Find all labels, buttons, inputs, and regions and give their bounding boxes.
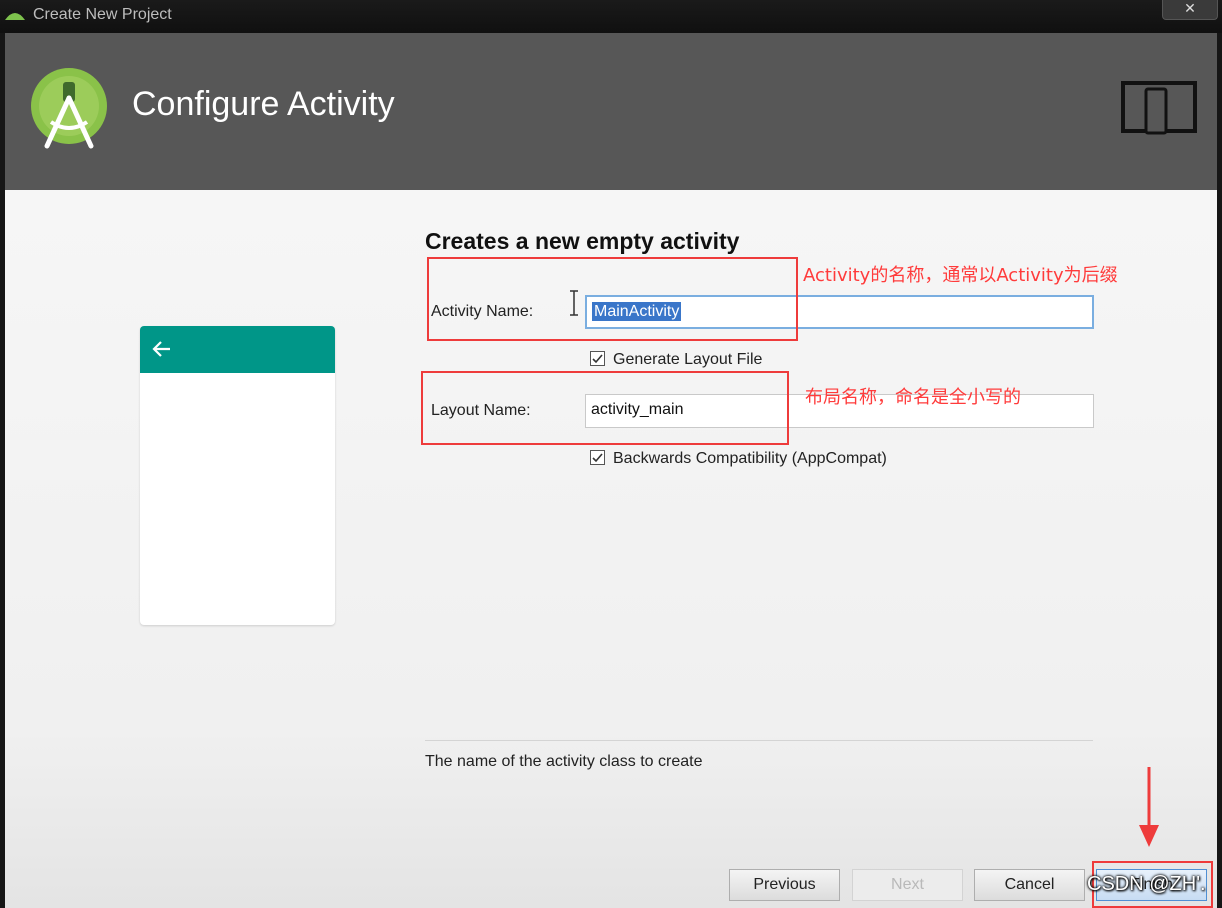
window-titlebar: Create New Project ✕ xyxy=(0,0,1222,33)
backwards-compat-label: Backwards Compatibility (AppCompat) xyxy=(613,450,887,467)
arrow-down-annotation-icon xyxy=(1139,767,1159,847)
page-title: Configure Activity xyxy=(132,85,395,123)
generate-layout-checkbox[interactable] xyxy=(590,351,605,366)
activity-name-annotation: Activity的名称，通常以Activity为后缀 xyxy=(803,265,1118,286)
form-heading: Creates a new empty activity xyxy=(425,228,740,254)
activity-name-highlight xyxy=(427,257,798,341)
checkmark-icon xyxy=(592,354,603,364)
window-frame-right xyxy=(1217,33,1222,908)
generate-layout-label: Generate Layout File xyxy=(613,351,763,368)
layout-name-highlight xyxy=(421,371,789,445)
hint-divider xyxy=(425,740,1093,741)
backwards-compat-checkbox[interactable] xyxy=(590,450,605,465)
generate-layout-checkbox-row[interactable]: Generate Layout File xyxy=(590,351,762,369)
arrow-left-icon xyxy=(152,341,170,357)
previous-button[interactable]: Previous xyxy=(729,869,840,901)
field-hint: The name of the activity class to create xyxy=(425,753,703,770)
android-studio-small-icon xyxy=(5,13,25,20)
close-icon: ✕ xyxy=(1184,1,1196,17)
phone-tablet-icon[interactable] xyxy=(1121,81,1197,135)
layout-name-annotation: 布局名称，命名是全小写的 xyxy=(805,387,1021,408)
preview-toolbar xyxy=(140,326,335,373)
checkmark-icon xyxy=(592,453,603,463)
window-title: Create New Project xyxy=(33,6,172,23)
android-studio-icon xyxy=(31,68,107,149)
close-window-button[interactable]: ✕ xyxy=(1162,0,1218,20)
activity-preview xyxy=(140,326,335,625)
cancel-button[interactable]: Cancel xyxy=(974,869,1085,901)
backwards-compat-checkbox-row[interactable]: Backwards Compatibility (AppCompat) xyxy=(590,450,887,468)
watermark: CSDN @ZH'. xyxy=(1087,873,1206,895)
wizard-header: Configure Activity xyxy=(5,33,1217,190)
next-button[interactable]: Next xyxy=(852,869,963,901)
